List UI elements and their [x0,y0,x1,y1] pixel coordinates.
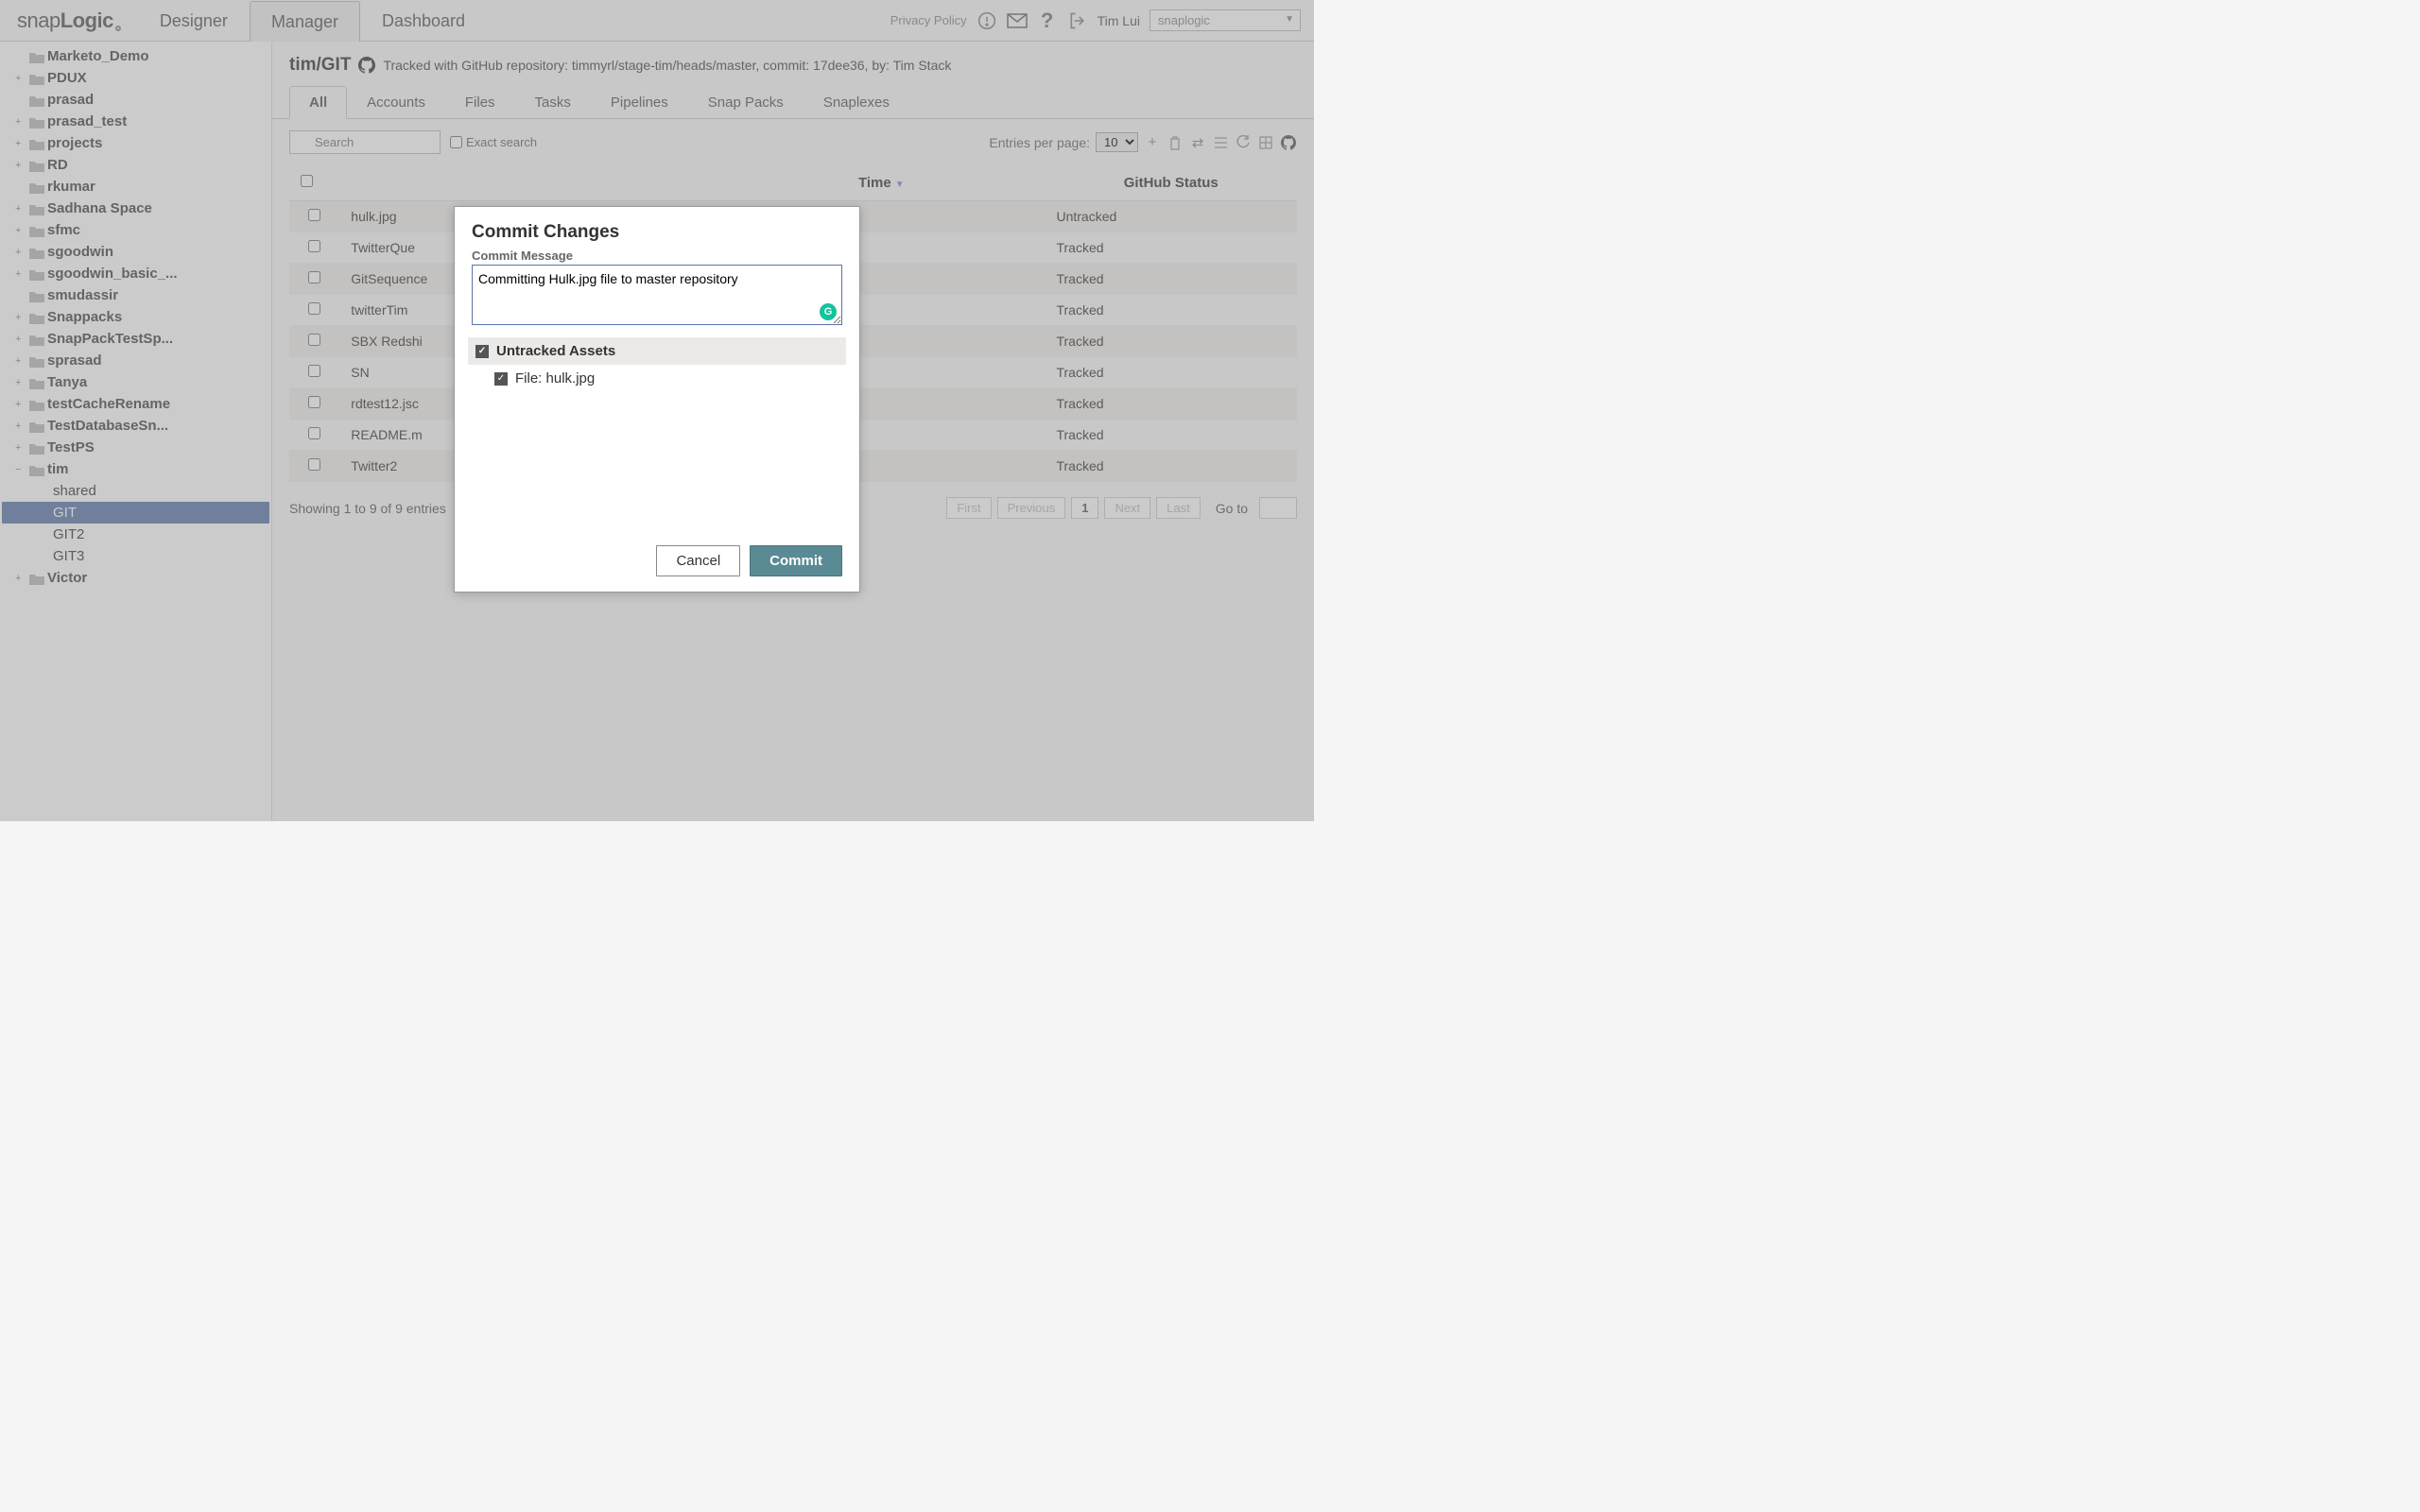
commit-button[interactable]: Commit [750,545,842,576]
modal-title: Commit Changes [455,207,859,249]
commit-msg-label: Commit Message [472,249,842,263]
commit-msg-input[interactable] [472,265,842,325]
untracked-section: ✓ Untracked Assets [468,337,846,365]
cancel-button[interactable]: Cancel [656,545,740,576]
file-checkbox[interactable]: ✓ [494,372,508,386]
section-checkbox[interactable]: ✓ [475,345,489,358]
commit-modal: Commit Changes Commit Message G ✓ Untrac… [454,206,860,593]
grammarly-icon[interactable]: G [820,303,837,320]
file-row: ✓ File: hulk.jpg [472,365,842,392]
modal-footer: Cancel Commit [455,534,859,592]
modal-body: Commit Message G ✓ Untracked Assets ✓ Fi… [455,249,859,402]
modal-overlay: Commit Changes Commit Message G ✓ Untrac… [0,0,1314,821]
